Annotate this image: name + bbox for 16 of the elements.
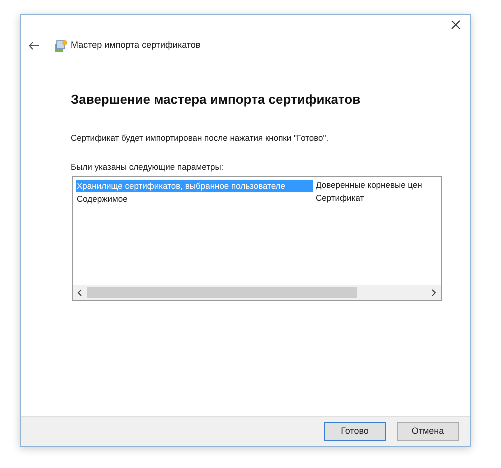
- scroll-right-icon[interactable]: [431, 288, 437, 296]
- scroll-left-icon[interactable]: [77, 288, 83, 296]
- list-label: Были указаны следующие параметры:: [71, 161, 225, 174]
- list-cell: Сертификат: [316, 192, 364, 205]
- close-icon[interactable]: [451, 20, 461, 30]
- list-cell: Доверенные корневые цен: [316, 179, 422, 192]
- info-text: Сертификат будет импортирован после нажатия кнопки "Готово".: [71, 132, 330, 144]
- window-title: Мастер импорта сертификатов: [71, 39, 201, 52]
- dialog-button[interactable]: Отмена: [397, 422, 459, 441]
- page-heading: Завершение мастера импорта сертификатов: [71, 91, 362, 109]
- certificate-icon: [54, 39, 68, 53]
- list-item[interactable]: Содержимое: [76, 192, 313, 204]
- dialog-button[interactable]: Готово: [324, 422, 386, 441]
- back-button[interactable]: [29, 40, 41, 52]
- horizontal-scrollbar[interactable]: [73, 285, 441, 300]
- scrollbar-thumb[interactable]: [87, 287, 357, 298]
